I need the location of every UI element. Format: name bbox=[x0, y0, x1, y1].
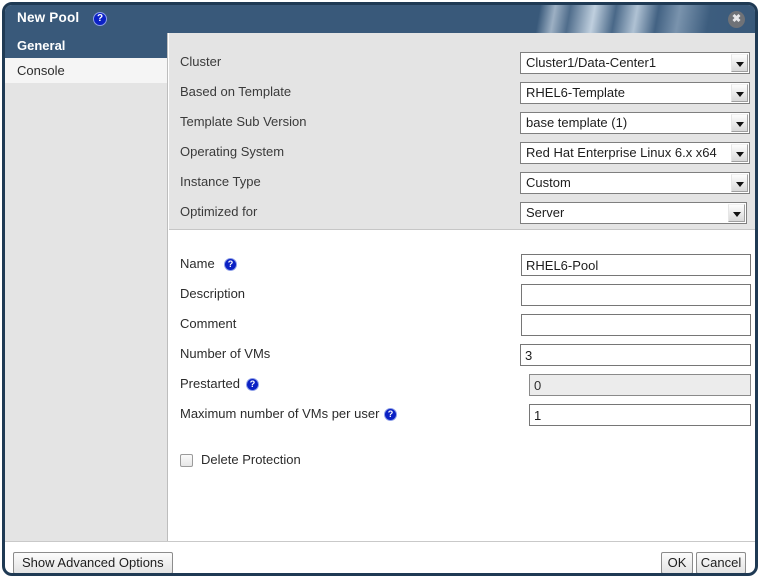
cluster-label: Cluster bbox=[180, 54, 222, 69]
sidebar-item-label: Console bbox=[17, 63, 65, 78]
name-input[interactable] bbox=[521, 254, 751, 276]
field-row-name: Name ? bbox=[169, 254, 755, 276]
sidebar-item-console[interactable]: Console bbox=[5, 58, 167, 83]
title-bar-gloss bbox=[455, 5, 755, 33]
optimized-for-select[interactable]: Server bbox=[520, 202, 747, 224]
sidebar-item-general[interactable]: General bbox=[5, 33, 167, 58]
template-sub-version-value: base template (1) bbox=[526, 115, 628, 130]
description-label: Description bbox=[180, 286, 246, 301]
dialog-title: New Pool bbox=[17, 10, 80, 25]
template-settings-panel: Cluster Cluster1/Data-Center1 Based on T… bbox=[169, 33, 755, 230]
based-on-template-value: RHEL6-Template bbox=[526, 85, 625, 100]
instance-type-select[interactable]: Custom bbox=[520, 172, 750, 194]
title-help-icon[interactable]: ? bbox=[93, 12, 107, 26]
max-vms-per-user-help-icon[interactable]: ? bbox=[384, 408, 397, 421]
max-vms-per-user-input[interactable] bbox=[529, 404, 751, 426]
prestarted-input bbox=[529, 374, 751, 396]
comment-label: Comment bbox=[180, 316, 237, 331]
name-help-icon[interactable]: ? bbox=[224, 258, 237, 271]
ok-button[interactable]: OK bbox=[661, 552, 693, 574]
sidebar: General Console bbox=[5, 33, 168, 541]
field-row-operating-system: Operating System Red Hat Enterprise Linu… bbox=[169, 142, 755, 164]
field-row-instance-type: Instance Type Custom bbox=[169, 172, 755, 194]
show-advanced-options-button[interactable]: Show Advanced Options bbox=[13, 552, 173, 574]
cluster-select[interactable]: Cluster1/Data-Center1 bbox=[520, 52, 750, 74]
cancel-button[interactable]: Cancel bbox=[696, 552, 746, 574]
delete-protection-checkbox[interactable] bbox=[180, 454, 193, 467]
prestarted-label: Prestarted bbox=[180, 376, 240, 391]
field-row-template-sub-version: Template Sub Version base template (1) bbox=[169, 112, 755, 134]
name-label: Name bbox=[180, 256, 215, 271]
chevron-down-icon[interactable] bbox=[731, 54, 748, 72]
prestarted-help-icon[interactable]: ? bbox=[246, 378, 259, 391]
number-of-vms-input[interactable] bbox=[520, 344, 751, 366]
chevron-down-icon[interactable] bbox=[731, 174, 748, 192]
field-row-prestarted: Prestarted ? bbox=[169, 374, 755, 396]
chevron-down-icon[interactable] bbox=[731, 144, 748, 162]
dialog-footer: Show Advanced Options OK Cancel bbox=[5, 541, 755, 574]
template-sub-version-select[interactable]: base template (1) bbox=[520, 112, 750, 134]
dialog-body: General Console Cluster Cluster1/Data-Ce… bbox=[5, 33, 755, 541]
operating-system-value: Red Hat Enterprise Linux 6.x x64 bbox=[526, 145, 717, 160]
instance-type-label: Instance Type bbox=[180, 174, 261, 189]
close-icon[interactable]: ✖ bbox=[728, 11, 745, 28]
instance-type-value: Custom bbox=[526, 175, 571, 190]
field-row-optimized-for: Optimized for Server bbox=[169, 202, 755, 224]
dialog-title-bar: New Pool ? ✖ bbox=[5, 5, 755, 33]
sidebar-item-label: General bbox=[17, 38, 66, 53]
comment-input[interactable] bbox=[521, 314, 751, 336]
chevron-down-icon[interactable] bbox=[728, 204, 745, 222]
number-of-vms-label: Number of VMs bbox=[180, 346, 271, 361]
description-input[interactable] bbox=[521, 284, 751, 306]
cluster-value: Cluster1/Data-Center1 bbox=[526, 55, 657, 70]
optimized-for-label: Optimized for bbox=[180, 204, 258, 219]
field-row-max-vms-per-user: Maximum number of VMs per user ? bbox=[169, 404, 755, 426]
operating-system-select[interactable]: Red Hat Enterprise Linux 6.x x64 bbox=[520, 142, 750, 164]
field-row-based-on-template: Based on Template RHEL6-Template bbox=[169, 82, 755, 104]
template-sub-version-label: Template Sub Version bbox=[180, 114, 307, 129]
optimized-for-value: Server bbox=[526, 205, 565, 220]
based-on-template-select[interactable]: RHEL6-Template bbox=[520, 82, 750, 104]
delete-protection-label: Delete Protection bbox=[201, 452, 301, 467]
field-row-comment: Comment bbox=[169, 314, 755, 336]
chevron-down-icon[interactable] bbox=[731, 84, 748, 102]
field-row-number-of-vms: Number of VMs bbox=[169, 344, 755, 366]
based-on-template-label: Based on Template bbox=[180, 84, 292, 99]
main-content: Cluster Cluster1/Data-Center1 Based on T… bbox=[169, 33, 755, 541]
chevron-down-icon[interactable] bbox=[731, 114, 748, 132]
field-row-description: Description bbox=[169, 284, 755, 306]
new-pool-dialog: New Pool ? ✖ General Console Cluster Clu… bbox=[0, 0, 760, 578]
max-vms-per-user-label: Maximum number of VMs per user bbox=[180, 406, 380, 421]
operating-system-label: Operating System bbox=[180, 144, 285, 159]
field-row-cluster: Cluster Cluster1/Data-Center1 bbox=[169, 52, 755, 74]
